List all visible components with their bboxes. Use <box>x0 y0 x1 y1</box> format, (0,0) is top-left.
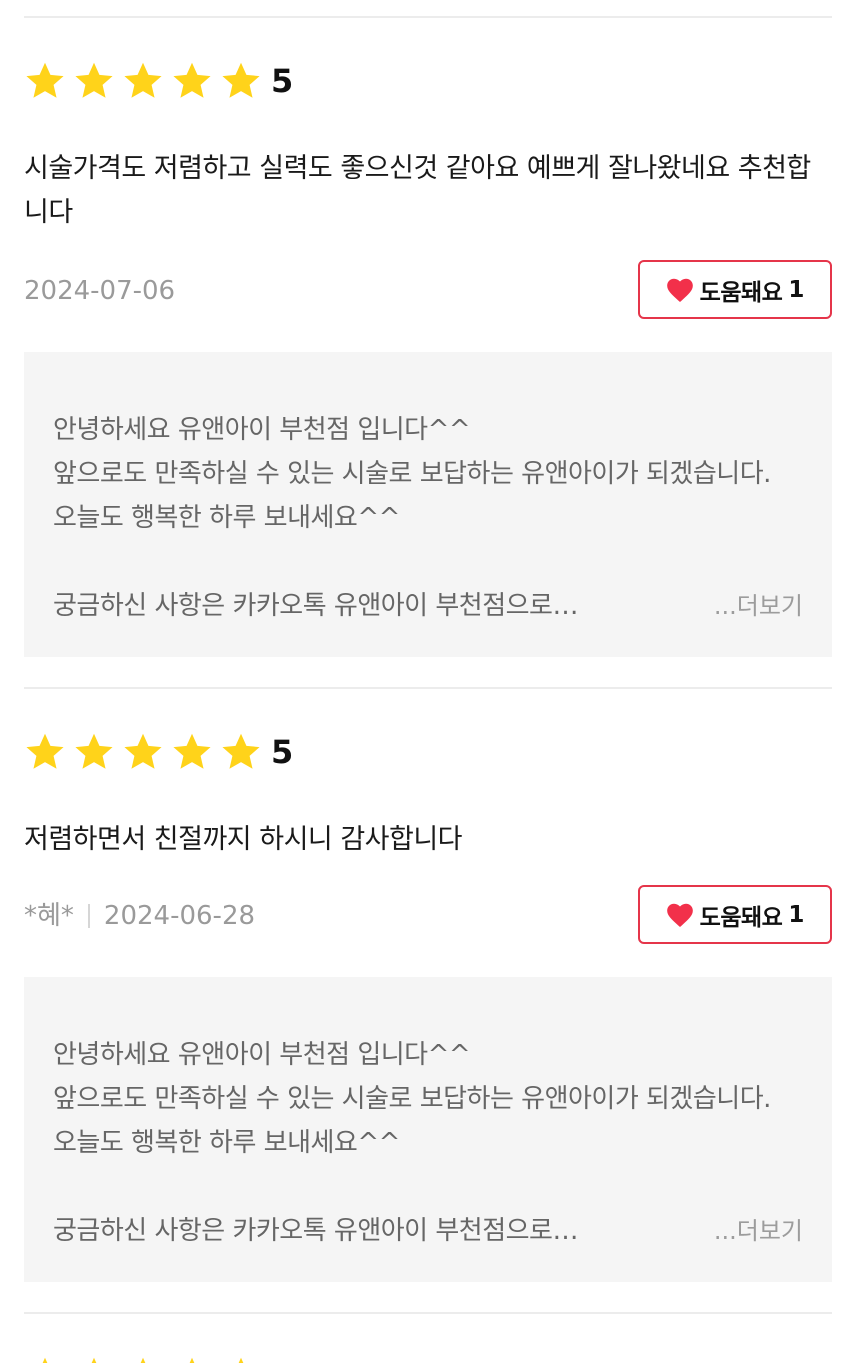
star-icon <box>220 60 262 102</box>
star-rating: 5 <box>24 57 293 105</box>
star-icon <box>73 731 115 773</box>
star-icon <box>73 1355 115 1363</box>
rating-score: 5 <box>271 733 294 771</box>
review-date: 2024-07-06 <box>24 276 176 306</box>
helpful-button[interactable]: 도움돼요 1 <box>638 260 832 319</box>
star-rating <box>24 1352 269 1363</box>
star-icon <box>73 60 115 102</box>
star-icon <box>220 731 262 773</box>
more-link[interactable]: ...더보기 <box>714 584 803 628</box>
review-divider <box>24 687 832 689</box>
review-text: 시술가격도 저렴하고 실력도 좋으신것 같아요 예쁘게 잘나왔네요 추천합니다 <box>24 153 811 228</box>
review-item: 5 시술가격도 저렴하고 실력도 좋으신것 같아요 예쁘게 잘나왔네요 추천합니… <box>24 57 832 657</box>
helpful-label: 도움돼요 <box>699 279 783 306</box>
review-author: *혜* <box>24 901 74 931</box>
star-icon <box>171 731 213 773</box>
owner-reply: 안녕하세요 유앤아이 부천점 입니다^^ 앞으로도 만족하실 수 있는 시술로 … <box>24 352 832 657</box>
heart-icon <box>666 277 694 303</box>
star-icon <box>122 1355 164 1363</box>
heart-icon <box>666 902 694 928</box>
helpful-count: 1 <box>788 901 805 928</box>
star-icon <box>171 60 213 102</box>
meta-separator <box>87 904 90 928</box>
review-item: 5 저렴하면서 친절까지 하시니 감사합니다 *혜* 2024-06-28 도움… <box>24 728 832 1283</box>
star-icon <box>122 731 164 773</box>
reply-text-truncated: 궁금하신 사항은 카카오톡 유앤아이 부천점으로… <box>53 591 578 621</box>
helpful-label: 도움돼요 <box>699 904 783 931</box>
review-date: 2024-06-28 <box>103 901 256 931</box>
reply-text: 안녕하세요 유앤아이 부천점 입니다^^ 앞으로도 만족하실 수 있는 시술로 … <box>53 1040 771 1158</box>
owner-reply: 안녕하세요 유앤아이 부천점 입니다^^ 앞으로도 만족하실 수 있는 시술로 … <box>24 977 832 1282</box>
more-link[interactable]: ...더보기 <box>714 1209 803 1253</box>
review-item-partial <box>24 1352 832 1363</box>
review-divider <box>24 1312 832 1314</box>
helpful-button[interactable]: 도움돼요 1 <box>638 885 832 944</box>
star-icon <box>220 1355 262 1363</box>
helpful-count: 1 <box>788 276 805 303</box>
reply-text: 안녕하세요 유앤아이 부천점 입니다^^ 앞으로도 만족하실 수 있는 시술로 … <box>53 415 771 533</box>
star-icon <box>24 1355 66 1363</box>
star-icon <box>171 1355 213 1363</box>
review-meta: 2024-07-06 <box>24 271 175 311</box>
reply-text-truncated: 궁금하신 사항은 카카오톡 유앤아이 부천점으로… <box>53 1216 578 1246</box>
star-icon <box>24 731 66 773</box>
rating-score: 5 <box>271 62 294 100</box>
star-rating: 5 <box>24 728 293 776</box>
review-meta: *혜* 2024-06-28 <box>24 896 255 936</box>
star-icon <box>122 60 164 102</box>
review-divider <box>24 16 832 18</box>
star-icon <box>24 60 66 102</box>
review-text: 저렴하면서 친절까지 하시니 감사합니다 <box>24 824 463 855</box>
